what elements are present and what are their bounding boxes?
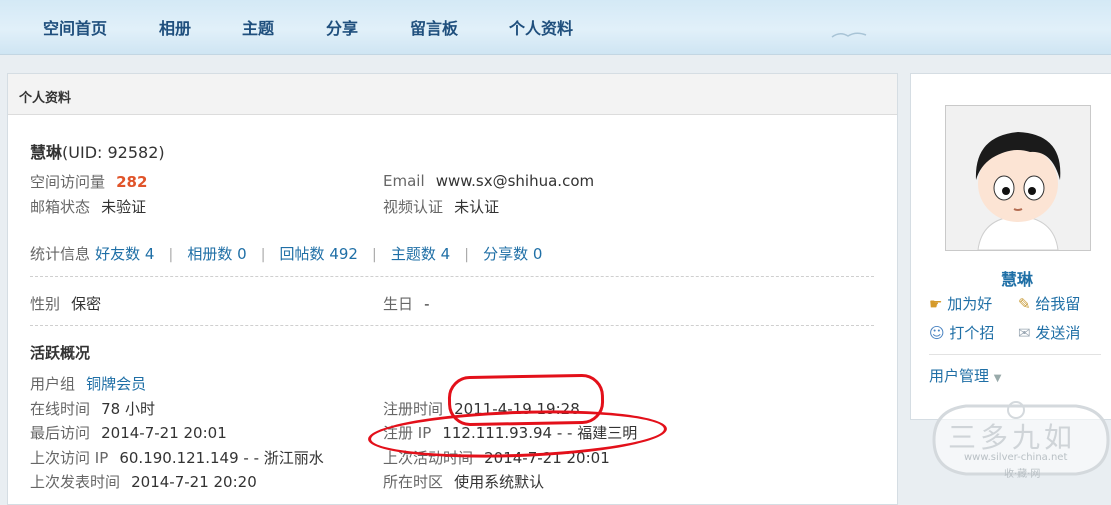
- reg-ip-row: 注册 IP 112.111.93.94 - - 福建三明: [383, 422, 637, 443]
- profile-name-row: 慧琳(UID: 92582): [30, 139, 165, 163]
- user-group-label: 用户组: [30, 375, 76, 393]
- reg-time-row: 注册时间 2011-4-19 19:28: [383, 398, 580, 419]
- stats-label: 统计信息: [30, 245, 91, 263]
- email-row: Email www.sx@shihua.com: [383, 171, 594, 190]
- greet-button[interactable]: ☺ 打个招: [929, 322, 994, 343]
- leave-message-button[interactable]: ✎ 给我留: [1018, 293, 1080, 314]
- nav-share[interactable]: 分享: [326, 15, 358, 39]
- nav-topics[interactable]: 主题: [242, 15, 274, 39]
- profile-name: 慧琳: [30, 143, 63, 162]
- video-auth-row: 视频认证 未认证: [383, 196, 499, 217]
- nav-home[interactable]: 空间首页: [43, 15, 107, 39]
- reg-time-value: 2011-4-19 19:28: [454, 400, 580, 418]
- timezone-row: 所在时区 使用系统默认: [383, 471, 544, 492]
- visits-row: 空间访问量 282: [30, 171, 147, 192]
- last-visit-row: 最后访问 2014-7-21 20:01: [30, 422, 227, 443]
- send-message-button[interactable]: ✉ 发送消: [1018, 322, 1080, 343]
- stat-separator: |: [372, 247, 377, 263]
- sidebar-divider: [929, 354, 1101, 355]
- email-status-row: 邮箱状态 未验证: [30, 196, 146, 217]
- last-active-label: 上次活动时间: [383, 449, 474, 467]
- add-friend-label: 加为好: [947, 295, 993, 313]
- stats-row: 统计信息 好友数 4 | 相册数 0 | 回帖数 492 | 主题数 4 | 分…: [30, 243, 542, 264]
- pencil-icon: ✎: [1018, 295, 1031, 313]
- nav-profile[interactable]: 个人资料: [509, 15, 573, 39]
- gender-row: 性别 保密: [30, 293, 101, 314]
- email-value: www.sx@shihua.com: [435, 172, 595, 190]
- last-ip-label: 上次访问 IP: [30, 449, 109, 467]
- stat-friends-link[interactable]: 好友数 4: [95, 245, 154, 263]
- email-status-value: 未验证: [101, 198, 147, 216]
- watermark-logo: 三多九如 www.silver-china.net 收·藏·网: [926, 388, 1111, 496]
- greet-icon: ☺: [929, 324, 945, 342]
- last-active-row: 上次活动时间 2014-7-21 20:01: [383, 447, 610, 468]
- add-friend-button[interactable]: ☛ 加为好: [929, 293, 992, 314]
- video-auth-label: 视频认证: [383, 198, 444, 216]
- divider: [30, 276, 874, 277]
- leave-message-label: 给我留: [1035, 295, 1081, 313]
- user-group-row: 用户组 铜牌会员: [30, 373, 146, 394]
- reg-ip-label: 注册 IP: [383, 424, 432, 442]
- timezone-label: 所在时区: [383, 473, 444, 491]
- last-post-value: 2014-7-21 20:20: [131, 473, 257, 491]
- last-post-label: 上次发表时间: [30, 473, 121, 491]
- last-post-row: 上次发表时间 2014-7-21 20:20: [30, 471, 257, 492]
- cartoon-avatar-icon: [946, 106, 1090, 251]
- stat-shares-link[interactable]: 分享数 0: [483, 245, 542, 263]
- stat-separator: |: [260, 247, 266, 263]
- online-time-value: 78 小时: [101, 400, 155, 418]
- stat-separator: |: [168, 247, 174, 263]
- last-visit-value: 2014-7-21 20:01: [101, 424, 227, 442]
- send-message-label: 发送消: [1035, 324, 1081, 342]
- sidebar-username[interactable]: 慧琳: [1001, 266, 1033, 290]
- stat-albums-link[interactable]: 相册数 0: [187, 245, 246, 263]
- visits-label: 空间访问量: [30, 173, 106, 191]
- watermark-brand: 三多九如: [948, 421, 1077, 454]
- reg-ip-value: 112.111.93.94 - - 福建三明: [442, 424, 638, 442]
- activity-title: 活跃概况: [30, 344, 91, 362]
- last-active-value: 2014-7-21 20:01: [484, 449, 610, 467]
- timezone-value: 使用系统默认: [454, 473, 545, 491]
- panel-title: 个人资料: [19, 91, 72, 106]
- user-manage-label: 用户管理: [929, 367, 990, 385]
- avatar[interactable]: [945, 105, 1091, 251]
- gender-label: 性别: [30, 295, 61, 313]
- visits-value: 282: [116, 173, 148, 191]
- stat-replies-link[interactable]: 回帖数 492: [280, 245, 358, 263]
- watermark-sub: 收·藏·网: [1004, 469, 1041, 480]
- profile-uid: (UID: 92582): [62, 143, 165, 162]
- video-auth-value: 未认证: [454, 198, 500, 216]
- user-manage-dropdown[interactable]: 用户管理 ▼: [929, 365, 1002, 386]
- nav-guestbook[interactable]: 留言板: [410, 15, 458, 39]
- greet-label: 打个招: [949, 324, 995, 342]
- user-group-link[interactable]: 铜牌会员: [86, 375, 146, 393]
- last-visit-label: 最后访问: [30, 424, 91, 442]
- nav-album[interactable]: 相册: [159, 15, 191, 39]
- birthday-label: 生日: [383, 295, 414, 313]
- stat-separator: |: [464, 247, 469, 263]
- online-time-label: 在线时间: [30, 400, 91, 418]
- watermark-url: www.silver-china.net: [964, 452, 1068, 463]
- sky-bird-icon: [831, 32, 867, 38]
- reg-time-label: 注册时间: [383, 400, 444, 418]
- last-ip-row: 上次访问 IP 60.190.121.149 - - 浙江丽水: [30, 447, 324, 468]
- panel-header: 个人资料: [8, 74, 897, 115]
- online-time-row: 在线时间 78 小时: [30, 398, 155, 419]
- birthday-row: 生日 -: [383, 293, 430, 314]
- gender-value: 保密: [71, 295, 102, 313]
- envelope-icon: ✉: [1018, 324, 1031, 342]
- user-card: 慧琳 ☛ 加为好 ✎ 给我留 ☺ 打个招 ✉ 发送消 用户管理 ▼: [910, 73, 1111, 420]
- birthday-value: -: [424, 295, 430, 313]
- last-ip-value: 60.190.121.149 - - 浙江丽水: [119, 449, 324, 467]
- email-status-label: 邮箱状态: [30, 198, 91, 216]
- stat-topics-link[interactable]: 主题数 4: [391, 245, 450, 263]
- handshake-icon: ☛: [929, 295, 943, 313]
- profile-panel: 个人资料 慧琳(UID: 92582) 空间访问量 282 Email www.…: [7, 73, 898, 505]
- dropdown-arrow-icon: ▼: [993, 373, 1002, 384]
- divider: [30, 325, 874, 326]
- top-nav: 空间首页 相册 主题 分享 留言板 个人资料: [0, 0, 1111, 55]
- email-label: Email: [383, 172, 425, 190]
